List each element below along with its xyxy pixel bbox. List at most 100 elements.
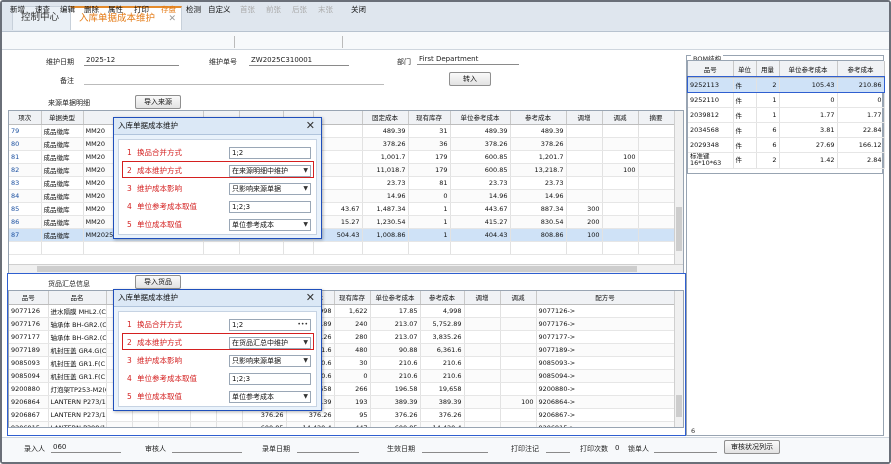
toolbar-3-button[interactable]: 编辑 [60, 4, 75, 15]
ellipsis-icon[interactable]: ••• [297, 320, 308, 330]
table-cell[interactable] [638, 124, 675, 138]
table-cell[interactable]: 808.86 [510, 228, 567, 242]
table-cell[interactable]: 378.26 [450, 137, 511, 151]
table-cell[interactable]: 887.34 [510, 202, 567, 216]
table-row[interactable]: 标准键 16*10*63 件 2 1.42 2.84 [688, 152, 885, 169]
table-cell[interactable]: 179 [408, 163, 451, 177]
table-cell[interactable] [500, 421, 537, 427]
table-row[interactable]: 84 成品缴库 MM20 14.96 0 14.96 14.96 [9, 189, 675, 203]
column-header[interactable]: 现有库存 [408, 111, 451, 125]
table-cell[interactable] [602, 137, 639, 151]
table-cell[interactable]: 105.43 [779, 77, 838, 93]
table-cell[interactable]: 90.88 [370, 343, 421, 357]
setting-select[interactable]: 单位参考成本 ▼ [229, 391, 311, 403]
table-row[interactable]: 9206867LANTERN P273/1(C376.26376.2695376… [9, 408, 675, 422]
table-cell[interactable]: 210.86 [837, 77, 885, 93]
toolbar-14-button[interactable]: 关闭 [351, 4, 366, 15]
table-cell[interactable] [638, 150, 675, 164]
table-row[interactable]: 80 成品缴库 MM20 378.26 36 378.26 378.26 [9, 137, 675, 151]
table-row[interactable]: 9077126进水隔膜 MHL2.(C17.854,9981,62217.854… [9, 304, 675, 318]
table-cell[interactable] [464, 317, 501, 331]
dept-field[interactable]: First Department [417, 55, 519, 65]
table-cell[interactable] [500, 343, 537, 357]
table-cell[interactable]: 179 [408, 150, 451, 164]
table-cell[interactable]: 489.39 [510, 124, 567, 138]
dialog-titlebar[interactable]: 入库单据成本维护 ✕ [114, 290, 321, 307]
table-cell[interactable] [464, 343, 501, 357]
table-cell[interactable]: 95 [334, 408, 371, 422]
chevron-down-icon[interactable]: ▼ [303, 184, 308, 194]
table-cell[interactable]: 376.26 [370, 408, 421, 422]
table-cell[interactable]: 机封压盖 GR1.F(C [48, 369, 107, 383]
toolbar-7-button[interactable]: 存盘 [161, 4, 176, 15]
toolbar-5-button[interactable]: 属性 [108, 4, 123, 15]
table-cell[interactable]: 标准键 16*10*63 [688, 152, 734, 169]
lock-field[interactable] [654, 443, 717, 453]
setting-select[interactable]: 单位参考成本 ▼ [229, 219, 311, 231]
table-cell[interactable]: 4,998 [420, 304, 465, 318]
table-row[interactable]: 9077189机封压盖 GR4.G(C90.886,361.648090.886… [9, 343, 675, 357]
table-cell[interactable]: 成品缴库 [41, 124, 84, 138]
table-row[interactable]: 82 成品缴库 MM20 11,018.7 179 600.85 13,218.7 100 [9, 163, 675, 177]
table-cell[interactable] [500, 408, 537, 422]
table-cell[interactable]: 13,218.7 [510, 163, 567, 177]
table-cell[interactable]: 84 [9, 189, 42, 203]
scroll-thumb[interactable] [676, 207, 682, 251]
table-cell[interactable] [602, 176, 639, 190]
column-header[interactable]: 单位参考成本 [779, 61, 838, 78]
table-cell[interactable] [602, 215, 639, 229]
table-cell[interactable]: 成品缴库 [41, 228, 84, 242]
table-cell[interactable]: 成品缴库 [41, 150, 84, 164]
table-cell[interactable]: 1 [408, 202, 451, 216]
column-header[interactable]: 单位 [733, 61, 757, 78]
dialog-titlebar[interactable]: 入库单据成本维护 ✕ [114, 118, 321, 135]
table-cell[interactable]: 80 [9, 137, 42, 151]
table-cell[interactable]: 489.39 [450, 124, 511, 138]
table-cell[interactable] [106, 421, 133, 427]
table-cell[interactable]: 404.43 [450, 228, 511, 242]
table-cell[interactable]: 1,001.7 [362, 150, 409, 164]
table-cell[interactable]: 100 [500, 395, 537, 409]
column-header[interactable]: 参考成本 [420, 291, 465, 305]
scroll-thumb[interactable] [676, 395, 682, 417]
table-cell[interactable]: 1 [756, 107, 780, 123]
column-header[interactable]: 品号 [9, 291, 49, 305]
table-cell[interactable]: 9077176 [9, 317, 49, 331]
table-cell[interactable]: 210.6 [370, 356, 421, 370]
table-cell[interactable]: 14.96 [362, 189, 409, 203]
table-cell[interactable]: 灯泡架TP253-M2(C [48, 382, 107, 396]
table-cell[interactable]: 9252113 [688, 77, 734, 93]
table-cell[interactable]: 件 [733, 122, 757, 138]
table-cell[interactable]: 87 [9, 228, 42, 242]
table-cell[interactable]: 1,201.7 [510, 150, 567, 164]
column-header[interactable]: 摘要 [638, 111, 675, 125]
table-cell[interactable]: LANTERN P273/1(C [48, 395, 107, 409]
table-cell[interactable] [566, 150, 603, 164]
table-cell[interactable]: 210.6 [420, 356, 465, 370]
table-cell[interactable]: 5,752.89 [420, 317, 465, 331]
table-cell[interactable] [500, 330, 537, 344]
table-row[interactable]: 9206915LANTERN P398/1(C600.8514,420.4447… [9, 421, 675, 427]
column-header[interactable]: 调增 [464, 291, 501, 305]
table-cell[interactable]: 600.85 [370, 421, 421, 427]
table-cell[interactable]: 9252110 [688, 92, 734, 108]
table-cell[interactable]: 轴承体 BH-GR2.(C [48, 317, 107, 331]
table-cell[interactable]: 22.84 [837, 122, 885, 138]
table-cell[interactable]: 1.42 [779, 152, 838, 169]
table-row[interactable]: 9085094机封压盖 GR1.F(C210.6210.60210.6210.6… [9, 369, 675, 383]
review-status-button[interactable]: 审核状况列示 [724, 440, 780, 454]
table-cell[interactable]: 31 [408, 124, 451, 138]
table-cell[interactable]: 85 [9, 202, 42, 216]
table-cell[interactable]: 36 [408, 137, 451, 151]
remark-field[interactable] [84, 75, 384, 85]
table-cell[interactable]: 1,008.86 [362, 228, 409, 242]
table-cell[interactable] [464, 369, 501, 383]
setting-input[interactable]: 1;2 [229, 147, 311, 159]
table-cell[interactable] [132, 421, 159, 427]
table-cell[interactable]: 213.07 [370, 317, 421, 331]
table-row[interactable]: 2039812 件 1 1.77 1.77 [688, 107, 885, 123]
table-row[interactable]: 83 成品缴库 MM20 23.73 81 23.73 23.73 [9, 176, 675, 190]
table-cell[interactable]: 2 [756, 152, 780, 169]
table-cell[interactable]: 件 [733, 137, 757, 153]
table-cell[interactable]: 447 [334, 421, 371, 427]
